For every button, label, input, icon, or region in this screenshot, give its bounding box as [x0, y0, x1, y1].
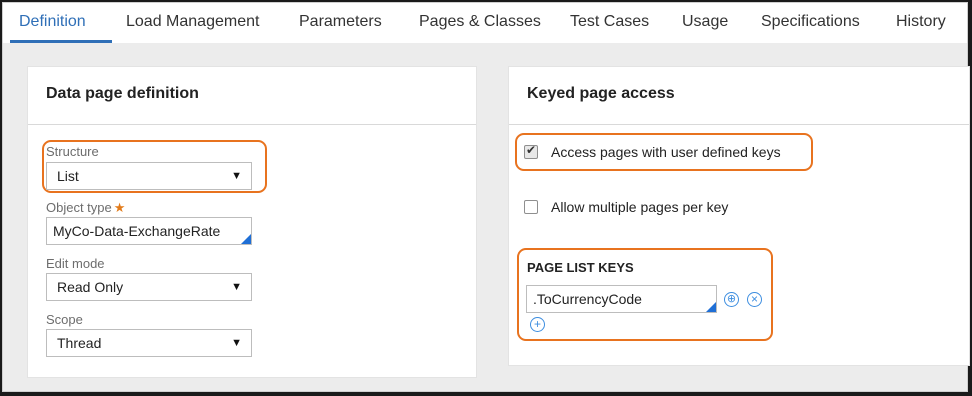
- access-keys-label: Access pages with user defined keys: [551, 144, 781, 160]
- page-list-key-input[interactable]: .ToCurrencyCode: [526, 285, 717, 313]
- object-type-label: Object type ★: [46, 200, 126, 215]
- multiple-pages-checkbox[interactable]: [524, 200, 538, 214]
- add-icon[interactable]: +: [530, 317, 545, 332]
- autocomplete-corner-icon: [241, 234, 251, 244]
- tab-pages-classes[interactable]: Pages & Classes: [419, 13, 541, 31]
- remove-icon[interactable]: ×: [747, 292, 762, 307]
- tab-parameters[interactable]: Parameters: [299, 13, 382, 31]
- app-frame: Definition Load Management Parameters Pa…: [2, 2, 970, 392]
- autocomplete-corner-icon: [706, 302, 716, 312]
- active-tab-indicator: [10, 40, 112, 43]
- edit-mode-label: Edit mode: [46, 256, 105, 271]
- keyed-page-access-panel: Keyed page access Access pages with user…: [508, 66, 970, 366]
- tab-usage[interactable]: Usage: [682, 13, 728, 31]
- structure-value: List: [57, 168, 79, 184]
- tab-specifications[interactable]: Specifications: [761, 13, 860, 31]
- page-list-key-value: .ToCurrencyCode: [533, 291, 642, 307]
- crosshair-icon[interactable]: ⊕: [724, 292, 739, 307]
- object-type-value: MyCo-Data-ExchangeRate: [53, 223, 221, 239]
- edit-mode-value: Read Only: [57, 279, 124, 295]
- access-keys-checkbox[interactable]: [524, 143, 538, 159]
- structure-label: Structure: [46, 144, 99, 159]
- scope-select[interactable]: Thread ▼: [46, 329, 252, 357]
- tab-load-management[interactable]: Load Management: [126, 13, 259, 31]
- scope-value: Thread: [57, 335, 102, 351]
- object-type-input[interactable]: MyCo-Data-ExchangeRate: [46, 217, 252, 245]
- panel-title: Data page definition: [28, 67, 476, 125]
- chevron-down-icon: ▼: [231, 170, 242, 182]
- chevron-down-icon: ▼: [231, 337, 242, 349]
- tab-bar: Definition Load Management Parameters Pa…: [3, 3, 967, 43]
- structure-select[interactable]: List ▼: [46, 162, 252, 190]
- edit-mode-select[interactable]: Read Only ▼: [46, 273, 252, 301]
- tab-definition[interactable]: Definition: [19, 13, 86, 31]
- panel-title: Keyed page access: [509, 67, 969, 125]
- required-star-icon: ★: [113, 200, 126, 215]
- multiple-pages-label: Allow multiple pages per key: [551, 199, 729, 215]
- chevron-down-icon: ▼: [231, 281, 242, 293]
- page-list-keys-title: PAGE LIST KEYS: [527, 260, 634, 275]
- scope-label: Scope: [46, 312, 83, 327]
- data-page-definition-panel: Data page definition Structure List ▼ Ob…: [27, 66, 477, 378]
- tab-test-cases[interactable]: Test Cases: [570, 13, 649, 31]
- tab-history[interactable]: History: [896, 13, 946, 31]
